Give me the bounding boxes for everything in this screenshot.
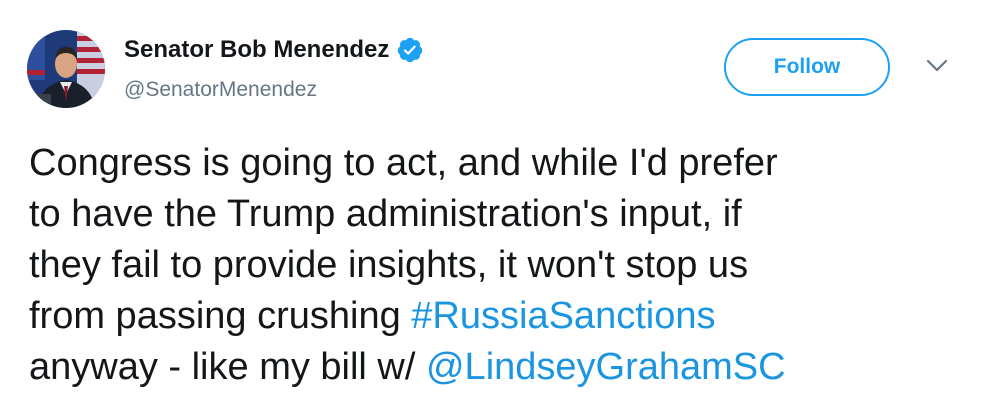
follow-button[interactable]: Follow — [724, 38, 890, 96]
author-name[interactable]: Senator Bob Menendez — [124, 36, 424, 64]
tweet-text: Congress is going to act, and while I'd … — [29, 138, 969, 393]
display-name[interactable]: Senator Bob Menendez — [124, 36, 389, 64]
tweet-text-line: they fail to provide insights, it won't … — [29, 244, 749, 286]
avatar[interactable] — [27, 30, 105, 108]
tweet-card: Senator Bob Menendez @SenatorMenendez Fo… — [0, 0, 981, 402]
chevron-down-icon[interactable] — [926, 58, 948, 74]
avatar-image — [27, 30, 105, 108]
hashtag-link[interactable]: #RussiaSanctions — [411, 295, 715, 337]
tweet-text-segment: anyway - like my bill w/ — [29, 346, 426, 388]
author-handle[interactable]: @SenatorMenendez — [124, 78, 317, 102]
tweet-text-segment: from passing crushing — [29, 295, 412, 337]
tweet-text-line: to have the Trump administration's input… — [29, 193, 742, 235]
tweet-text-line: anyway - like my bill w/ @LindseyGrahamS… — [29, 342, 969, 393]
tweet-text-line: from passing crushing #RussiaSanctions — [29, 291, 969, 342]
tweet-text-line: Congress is going to act, and while I'd … — [29, 142, 778, 184]
verified-badge-icon — [398, 37, 423, 63]
mention-link[interactable]: @LindseyGrahamSC — [426, 346, 786, 388]
